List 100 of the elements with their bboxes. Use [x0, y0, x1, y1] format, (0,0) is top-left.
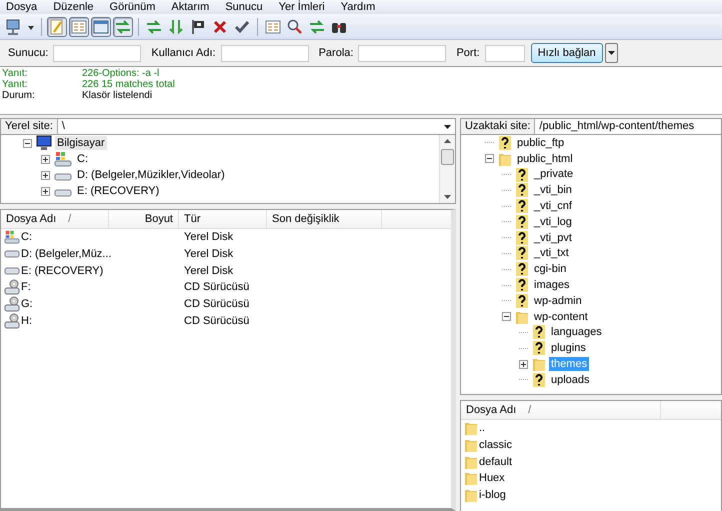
tree-item[interactable]: _vti_pvt [532, 230, 574, 245]
table-cell: Yerel Disk [184, 248, 234, 260]
folder-icon [464, 470, 478, 486]
tree-item[interactable]: C: [75, 152, 90, 166]
question-mark-icon [498, 134, 512, 151]
drive-icon [4, 266, 20, 275]
column-header[interactable]: Boyut [109, 210, 179, 228]
file-name[interactable]: H: [21, 314, 32, 327]
table-cell: Yerel Disk [184, 264, 234, 277]
menu-item[interactable]: Düzenle [53, 0, 94, 14]
table-cell: CD Sürücüsü [184, 298, 250, 310]
file-name[interactable]: default [479, 456, 512, 468]
notepad-icon[interactable] [47, 16, 67, 36]
tree-item[interactable]: E: (RECOVERY) [75, 184, 162, 198]
field-label: Sunucu: [8, 47, 48, 59]
input-field[interactable] [53, 44, 142, 62]
tree-item[interactable]: _vti_log [532, 214, 574, 229]
tree-item[interactable]: _private [532, 167, 576, 182]
table-cell: CD Sürücüsü [184, 281, 250, 294]
expander-icon[interactable] [41, 154, 50, 164]
scroll-thumb[interactable] [441, 149, 454, 165]
tree-item[interactable]: _vti_bin [532, 183, 574, 198]
log-label: Durum: [2, 90, 36, 101]
expander-icon[interactable] [41, 186, 50, 196]
expander-icon[interactable] [23, 138, 32, 148]
dropdown-button[interactable] [604, 43, 618, 63]
up-arrow-icon[interactable] [444, 139, 451, 143]
arrows-icon[interactable] [113, 16, 133, 36]
file-name[interactable]: .. [479, 422, 486, 434]
expander-icon[interactable] [519, 360, 528, 369]
cd-drive-icon [4, 279, 20, 296]
question-mark-icon [532, 372, 546, 388]
input-field[interactable] [358, 44, 446, 62]
expander-icon[interactable] [502, 312, 511, 322]
tree-item[interactable]: plugins [549, 341, 588, 356]
menu-item[interactable]: Görünüm [110, 0, 156, 14]
question-mark-icon [515, 292, 529, 309]
drive-icon [4, 250, 20, 258]
question-mark-icon [515, 230, 529, 246]
tree-item[interactable]: _vti_txt [532, 246, 571, 260]
table-cell: CD Sürücüsü [184, 314, 250, 327]
tree-item[interactable]: Bilgisayar [55, 136, 107, 150]
menu-item[interactable]: Yer İmleri [278, 0, 325, 14]
tree-item[interactable]: wp-admin [532, 294, 584, 308]
question-mark-icon [515, 198, 529, 214]
log-label: Yanıt: [2, 68, 28, 79]
down-arrow-icon[interactable] [444, 195, 451, 199]
tree-item[interactable]: D: (Belgeler,Müzikler,Videolar) [75, 168, 227, 182]
file-name[interactable]: Huex [479, 472, 505, 484]
menu-item[interactable]: Dosya [6, 0, 38, 14]
drive-icon [54, 151, 72, 167]
field-label: Port: [456, 47, 480, 59]
file-name[interactable]: i-blog [479, 489, 506, 502]
tree-item[interactable]: public_ftp [515, 136, 566, 150]
file-name[interactable]: C: [21, 231, 32, 244]
file-name[interactable]: G: [21, 298, 33, 310]
tree-item[interactable]: cgi-bin [532, 262, 568, 276]
tree-item[interactable]: _vti_cnf [532, 199, 574, 214]
list-icon[interactable] [69, 16, 89, 36]
caret-icon [608, 51, 615, 55]
quickconnect-button[interactable]: Hızlı bağlan [530, 43, 603, 63]
tree-item[interactable]: languages [549, 325, 604, 340]
menu-item[interactable]: Yardım [340, 0, 376, 14]
field-label: Parola: [318, 47, 354, 59]
cd-drive-icon [4, 312, 20, 329]
field-label: Kullanıcı Adı: [151, 47, 216, 59]
file-name[interactable]: F: [21, 281, 31, 294]
folder-icon [464, 420, 478, 436]
window-icon[interactable] [91, 16, 111, 36]
site-label: Yerel site: [1, 119, 58, 134]
question-mark-icon [515, 166, 529, 182]
log-label: Yanıt: [2, 79, 28, 90]
question-mark-icon [532, 340, 546, 356]
scrollbar[interactable] [439, 135, 455, 203]
tree-item[interactable]: public_html [515, 152, 575, 166]
path-dropdown[interactable]: \ [58, 119, 455, 134]
file-name[interactable]: D: (Belgeler,Müz... [21, 248, 112, 260]
computer-icon [36, 135, 52, 151]
question-mark-icon [515, 277, 529, 294]
expander-icon[interactable] [41, 170, 50, 180]
input-field[interactable] [484, 44, 525, 62]
folder-icon [464, 487, 478, 504]
file-name[interactable]: E: (RECOVERY) [21, 264, 104, 277]
drive-icon [4, 229, 20, 246]
column-header[interactable]: Son değişiklik [267, 210, 382, 228]
tree-item[interactable]: wp-content [532, 310, 590, 324]
tree-item[interactable]: images [532, 278, 572, 292]
caret-icon [444, 124, 451, 128]
file-name[interactable]: classic [479, 439, 512, 452]
drive-icon [54, 173, 72, 181]
question-mark-icon [515, 245, 529, 262]
menu-item[interactable]: Aktarım [171, 0, 210, 14]
tree-item[interactable]: uploads [549, 372, 592, 387]
column-header[interactable]: Tür [179, 210, 267, 228]
input-field[interactable] [220, 44, 309, 62]
expander-icon[interactable] [485, 154, 494, 164]
menu-item[interactable]: Sunucu [225, 0, 263, 14]
log-message: 226-Options: -a -l [82, 68, 160, 79]
column-header[interactable]: Dosya Adı / [1, 210, 109, 228]
drive-icon [54, 189, 72, 197]
